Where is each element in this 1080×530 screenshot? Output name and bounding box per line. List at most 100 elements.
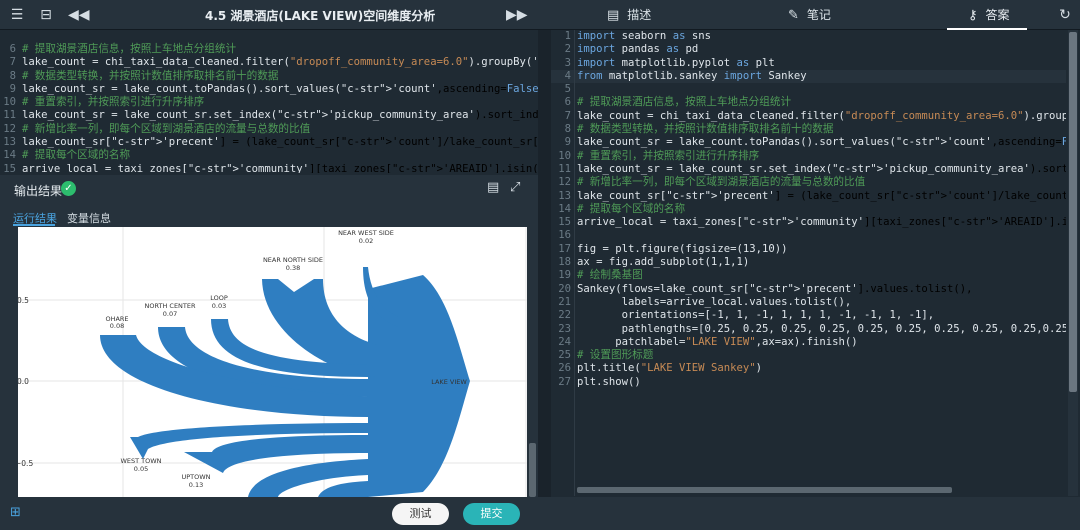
line-number: 12 <box>3 122 16 135</box>
code-text: ax = fig.add_subplot(1,1,1) <box>577 256 750 269</box>
code-text: lake_count_sr = lake_count_sr.set_index(… <box>22 109 538 122</box>
line-number: 3 <box>564 56 571 69</box>
expand-icon[interactable]: ⤢ <box>510 180 520 195</box>
code-text: # 提取每个区域的名称 <box>22 149 131 162</box>
code-text: lake_count_sr["c-str">'precent'] = (lake… <box>22 136 538 149</box>
sankey-chart: 0.5 0.0 −0.5 OHARE 0.08 NORTH CENTER 0.0… <box>18 227 527 497</box>
line-number: 10 <box>558 149 571 162</box>
code-line: 18 ax = fig.add_subplot(1,1,1) <box>551 256 1066 269</box>
code-text: patchlabel="LAKE VIEW",ax=ax).finish() <box>577 335 858 348</box>
code-line: 5 <box>551 83 1066 96</box>
code-line: 6 # 提取湖景酒店信息，按照上车地点分组统计 <box>551 96 1066 109</box>
line-number: 25 <box>558 349 571 362</box>
line-number: 16 <box>558 229 571 242</box>
output-title: 输出结果 <box>14 184 63 198</box>
key-icon: ⚷ <box>968 8 978 23</box>
left-code-editor[interactable]: 6 # 提取湖景酒店信息，按照上车地点分组统计 7 lake_count = chi_… <box>0 30 538 173</box>
code-line: 4 from matplotlib.sankey import Sankey <box>551 69 1066 84</box>
code-line: 1 import seaborn as sns <box>551 30 1066 43</box>
output-tab-indicator <box>13 224 55 226</box>
code-text: # 绘制桑基图 <box>577 269 643 282</box>
refresh-icon[interactable]: ↻ <box>1056 6 1074 24</box>
document-icon: ▤ <box>607 8 620 23</box>
right-code-editor[interactable]: 1 import seaborn as sns 2 import pandas as … <box>551 30 1066 496</box>
code-text: arrive_local = taxi_zones["c-str">'commu… <box>22 162 538 173</box>
code-text: # 提取湖景酒店信息，按照上车地点分组统计 <box>577 96 792 109</box>
flow-label: UPTOWN <box>181 473 210 481</box>
tab-variable-info[interactable]: 变量信息 <box>67 210 111 226</box>
code-text: plt.show() <box>577 375 641 388</box>
layout-icon[interactable]: ⊟ <box>37 6 55 24</box>
flow-label: WEST TOWN <box>120 457 161 465</box>
code-line: 15 arrive_local = taxi_zones["c-str">'com… <box>551 216 1066 229</box>
patch-label: LAKE VIEW <box>431 378 467 386</box>
tab-notes[interactable]: ✎ 笔记 <box>788 0 831 30</box>
tab-answer[interactable]: ⚷ 答案 <box>968 0 1010 30</box>
code-text: lake_count_sr["c-str">'precent'] = (lake… <box>577 189 1066 202</box>
output-scrollbar[interactable] <box>529 443 536 497</box>
line-number: 27 <box>558 375 571 388</box>
tab-description[interactable]: ▤ 描述 <box>607 0 651 30</box>
code-line: 20 Sankey(flows=lake_count_sr["c-str">'pr… <box>551 283 1066 296</box>
code-line: 24 patchlabel="LAKE VIEW",ax=ax).finish(… <box>551 336 1066 349</box>
menu-icon[interactable]: ☰ <box>8 6 26 24</box>
code-text: lake_count = chi_taxi_data_cleaned.filte… <box>577 109 1066 122</box>
flow-label: NORTH CENTER <box>144 302 196 310</box>
code-line: 23 pathlengths=[0.25, 0.25, 0.25, 0.25, … <box>551 323 1066 336</box>
code-text: # 数据类型转换，并按照计数值排序取排名前十的数据 <box>22 69 279 82</box>
code-line: 15 arrive_local = taxi_zones["c-str">'com… <box>0 163 538 173</box>
line-number: 9 <box>564 136 571 149</box>
code-line: 8 # 数据类型转换，并按照计数值排序取排名前十的数据 <box>0 70 538 83</box>
editor-horizontal-scrollbar[interactable] <box>577 487 952 493</box>
code-line: 3 import matplotlib.pyplot as plt <box>551 57 1066 70</box>
code-line: 7 lake_count = chi_taxi_data_cleaned.filt… <box>551 110 1066 123</box>
submit-button[interactable]: 提交 <box>463 503 520 525</box>
code-line: 12 # 新增比率一列，即每个区域到湖景酒店的流量与总数的比值 <box>0 123 538 136</box>
fast-forward-icon[interactable]: ▶▶ <box>506 6 528 24</box>
line-number: 8 <box>9 69 16 82</box>
line-number: 8 <box>564 123 571 136</box>
code-line: 14 # 提取每个区域的名称 <box>0 149 538 162</box>
line-number: 5 <box>564 83 571 96</box>
code-line: 14 # 提取每个区域的名称 <box>551 203 1066 216</box>
line-number: 15 <box>558 216 571 229</box>
line-number: 13 <box>558 189 571 202</box>
output-panel: 输出结果 ✓ ▤ ⤢ 运行结果 变量信息 0.5 0.0 −0.5 OHARE … <box>0 175 538 497</box>
line-number: 18 <box>558 256 571 269</box>
code-text: import seaborn as sns <box>577 30 711 42</box>
line-number: 20 <box>558 282 571 295</box>
code-text: # 提取每个区域的名称 <box>577 202 686 215</box>
line-number: 2 <box>564 43 571 56</box>
editor-scrollbar[interactable] <box>1069 32 1077 392</box>
line-number: 19 <box>558 269 571 282</box>
export-icon[interactable]: ▤ <box>487 180 499 195</box>
code-line: 7 lake_count = chi_taxi_data_cleaned.filt… <box>0 56 538 69</box>
code-text: # 重置索引，并按照索引进行升序排序 <box>577 149 760 162</box>
code-line: 25 # 设置图形标题 <box>551 349 1066 362</box>
test-button[interactable]: 测试 <box>392 503 449 525</box>
flow-label: NEAR NORTH SIDE <box>263 256 323 264</box>
code-line: 9 lake_count_sr = lake_count.toPandas().s… <box>0 83 538 96</box>
rewind-icon[interactable]: ◀◀ <box>68 6 90 24</box>
line-number: 12 <box>558 176 571 189</box>
panel-splitter[interactable] <box>538 30 551 497</box>
code-text: # 新增比率一列，即每个区域到湖景酒店的流量与总数的比值 <box>577 176 866 189</box>
toolbox-icon[interactable]: ⊞ <box>10 505 21 520</box>
line-number: 9 <box>9 82 16 95</box>
line-number: 6 <box>564 96 571 109</box>
code-line: 27 plt.show() <box>551 376 1066 389</box>
flow-value: 0.13 <box>189 481 203 489</box>
flow-value: 0.03 <box>212 302 226 310</box>
line-number: 11 <box>3 109 16 122</box>
code-line: 16 <box>551 229 1066 242</box>
edit-icon: ✎ <box>788 8 799 23</box>
code-text: # 新增比率一列，即每个区域到湖景酒店的流量与总数的比值 <box>22 122 311 135</box>
code-line: 12 # 新增比率一列，即每个区域到湖景酒店的流量与总数的比值 <box>551 176 1066 189</box>
code-line: 6 # 提取湖景酒店信息，按照上车地点分组统计 <box>0 43 538 56</box>
code-text: # 重置索引，并按照索引进行升序排序 <box>22 96 205 109</box>
code-line: 11 lake_count_sr = lake_count_sr.set_inde… <box>551 163 1066 176</box>
code-line: 26 plt.title("LAKE VIEW Sankey") <box>551 362 1066 375</box>
line-number: 1 <box>564 30 571 42</box>
line-number: 10 <box>3 96 16 109</box>
code-text: arrive_local = taxi_zones["c-str">'commu… <box>577 216 1066 229</box>
